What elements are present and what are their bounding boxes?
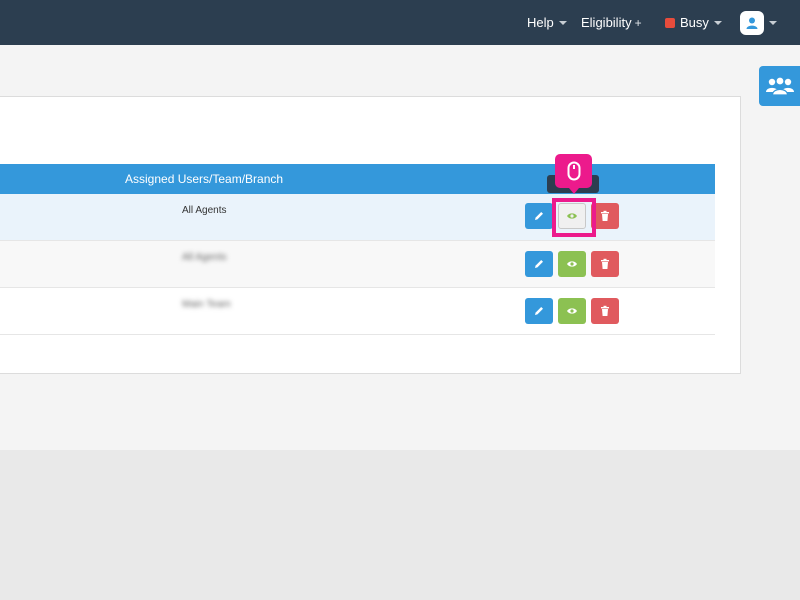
pencil-icon bbox=[535, 212, 543, 220]
user-menu[interactable] bbox=[740, 0, 777, 45]
table-row: All Agents bbox=[0, 241, 715, 288]
eye-icon bbox=[567, 308, 577, 314]
plus-icon: + bbox=[634, 15, 642, 30]
chevron-down-icon bbox=[769, 20, 777, 25]
eligibility-menu[interactable]: Eligibility + bbox=[581, 0, 642, 45]
user-icon bbox=[746, 17, 758, 29]
view-button[interactable] bbox=[558, 298, 586, 324]
trash-icon bbox=[601, 305, 609, 316]
users-icon bbox=[765, 76, 794, 96]
click-highlight bbox=[552, 198, 596, 237]
assigned-cell: All Agents bbox=[182, 252, 227, 263]
table-header: Assigned Users/Team/Branch bbox=[0, 164, 715, 194]
help-label: Help bbox=[527, 15, 554, 30]
eligibility-label: Eligibility bbox=[581, 15, 632, 30]
edit-button[interactable] bbox=[525, 251, 553, 277]
assigned-cell: Main Team bbox=[182, 299, 231, 310]
table-row: Main Team bbox=[0, 288, 715, 335]
delete-button[interactable] bbox=[591, 251, 619, 277]
page-footer-area bbox=[0, 450, 800, 600]
delete-button[interactable] bbox=[591, 298, 619, 324]
avatar bbox=[740, 10, 764, 35]
edit-button[interactable] bbox=[525, 203, 553, 229]
trash-icon bbox=[601, 258, 609, 269]
status-label: Busy bbox=[680, 15, 709, 30]
chevron-down-icon bbox=[558, 20, 567, 25]
chevron-down-icon bbox=[713, 20, 722, 25]
side-users-tab[interactable] bbox=[759, 66, 800, 106]
mouse-icon bbox=[567, 161, 580, 181]
eye-icon bbox=[567, 261, 577, 267]
top-navbar: Help Eligibility + Busy bbox=[0, 0, 800, 45]
status-indicator bbox=[665, 17, 675, 28]
view-button[interactable] bbox=[558, 251, 586, 277]
assigned-cell: All Agents bbox=[182, 205, 227, 216]
status-menu[interactable]: Busy bbox=[665, 0, 722, 45]
pencil-icon bbox=[535, 260, 543, 268]
help-menu[interactable]: Help bbox=[527, 0, 567, 45]
edit-button[interactable] bbox=[525, 298, 553, 324]
table-row: All Agents bbox=[0, 194, 715, 241]
column-header-assigned: Assigned Users/Team/Branch bbox=[125, 172, 284, 186]
content-panel: Assigned Users/Team/Branch All Agents Al… bbox=[0, 96, 741, 374]
click-marker bbox=[555, 154, 592, 194]
trash-icon bbox=[601, 210, 609, 221]
pencil-icon bbox=[535, 307, 543, 315]
